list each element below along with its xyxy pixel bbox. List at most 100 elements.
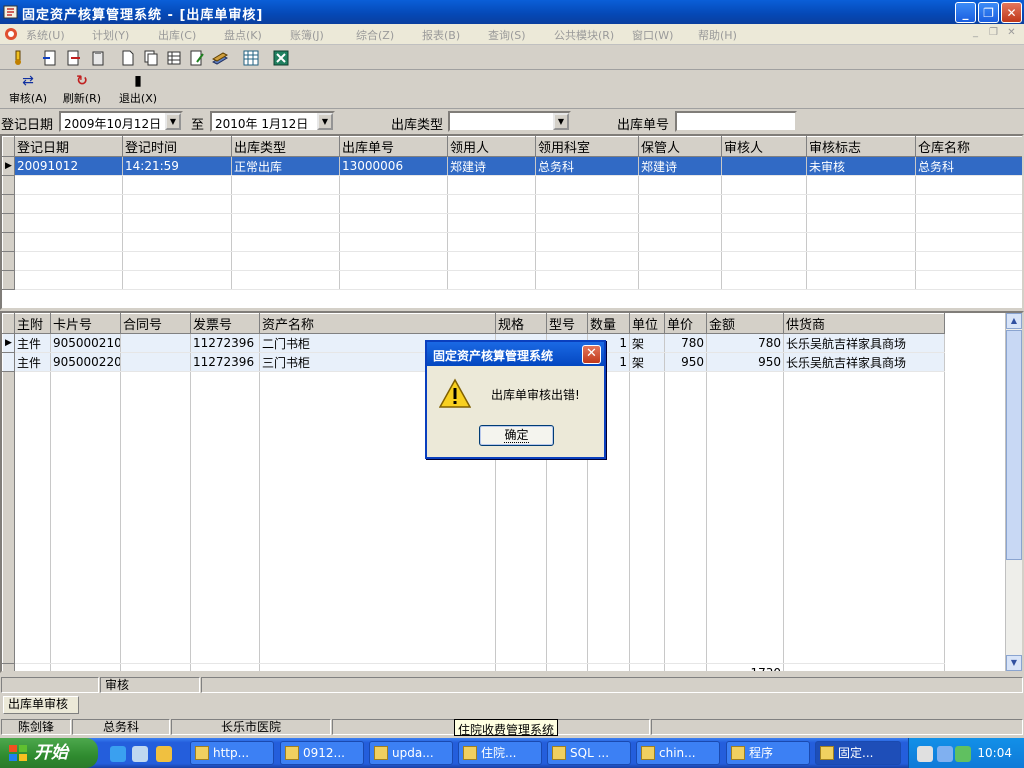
menu-plan[interactable]: 计划(Y) (92, 27, 129, 43)
table-cell[interactable] (120, 333, 191, 353)
task-button[interactable]: SQL ... (547, 741, 631, 765)
menu-query[interactable]: 查询(S) (488, 27, 526, 43)
menu-help[interactable]: 帮助(H) (698, 27, 737, 43)
arrow-left-icon[interactable] (937, 746, 953, 762)
copy-doc-icon[interactable] (143, 50, 159, 66)
col-header[interactable]: 出库类型 (231, 136, 340, 157)
date-from-picker[interactable]: 2009年10月12日 ▼ (59, 111, 183, 132)
excel-icon[interactable] (273, 50, 289, 66)
import-doc-icon[interactable] (65, 50, 81, 66)
menu-ledger[interactable]: 账簿(J) (290, 27, 324, 43)
menu-system[interactable]: 系统(U) (26, 27, 65, 43)
table-cell[interactable]: 780 (706, 333, 784, 353)
menu-general[interactable]: 综合(Z) (356, 27, 394, 43)
edit-doc-icon[interactable] (189, 50, 205, 66)
col-header[interactable]: 单价 (664, 313, 707, 334)
start-button[interactable]: 开始 (0, 738, 98, 768)
table-cell[interactable]: 郑建诗 (638, 156, 722, 176)
scroll-down-icon[interactable]: ▼ (1006, 655, 1022, 671)
table-cell[interactable]: 主件 (14, 333, 51, 353)
close-button[interactable]: ✕ (1001, 2, 1022, 23)
export-doc-icon[interactable] (42, 50, 58, 66)
col-header[interactable]: 保管人 (638, 136, 722, 157)
menu-inventory[interactable]: 盘点(K) (224, 27, 262, 43)
col-header[interactable]: 资产名称 (259, 313, 496, 334)
audit-button[interactable]: ⇄ 审核(A) (4, 73, 52, 107)
col-header[interactable]: 数量 (587, 313, 630, 334)
new-doc-icon[interactable] (120, 50, 136, 66)
network-icon[interactable] (955, 746, 971, 762)
col-header[interactable]: 卡片号 (50, 313, 121, 334)
col-header[interactable]: 领用科室 (535, 136, 639, 157)
sheet-icon[interactable] (166, 50, 182, 66)
refresh-button[interactable]: ↻ 刷新(R) (58, 73, 106, 107)
menu-outbound[interactable]: 出库(C) (158, 27, 196, 43)
table-cell[interactable]: 950 (706, 352, 784, 372)
menu-common[interactable]: 公共模块(R) (554, 27, 614, 43)
thermometer-icon[interactable] (10, 50, 26, 66)
task-button[interactable]: http... (190, 741, 274, 765)
table-cell[interactable]: 11272396 (190, 333, 260, 353)
mdi-child-icon[interactable] (4, 27, 18, 41)
mdi-minimize-icon[interactable]: _ (968, 27, 983, 41)
table-cell[interactable]: 主件 (14, 352, 51, 372)
col-header[interactable]: 仓库名称 (915, 136, 1022, 157)
chevron-down-icon[interactable]: ▼ (165, 113, 181, 130)
master-grid[interactable]: 登记日期 登记时间 出库类型 出库单号 领用人 领用科室 保管人 审核人 审核标… (0, 134, 1024, 310)
col-header[interactable]: 出库单号 (339, 136, 448, 157)
title-bar[interactable]: 固定资产核算管理系统 - [出库单审核] _ ❐ ✕ (0, 0, 1024, 24)
chevron-down-icon[interactable]: ▼ (553, 113, 569, 130)
col-header[interactable]: 登记时间 (122, 136, 232, 157)
ok-button[interactable]: 确定 (479, 425, 554, 446)
table-cell[interactable]: 780 (664, 333, 707, 353)
tab-outbound-audit[interactable]: 出库单审核 (3, 696, 79, 714)
exit-button[interactable]: ▮ 退出(X) (114, 73, 162, 107)
col-header[interactable]: 规格 (495, 313, 547, 334)
table-cell[interactable]: 14:21:59 (122, 156, 232, 176)
table-cell[interactable]: 郑建诗 (447, 156, 536, 176)
ie-icon[interactable] (110, 746, 126, 762)
task-button[interactable]: chin... (636, 741, 720, 765)
task-button[interactable]: 0912... (280, 741, 364, 765)
col-header[interactable]: 登记日期 (14, 136, 123, 157)
mdi-close-icon[interactable]: ✕ (1004, 27, 1019, 41)
table-cell[interactable]: 架 (629, 333, 665, 353)
table-cell[interactable]: 架 (629, 352, 665, 372)
col-header[interactable]: 供货商 (783, 313, 945, 334)
col-header[interactable]: 发票号 (190, 313, 260, 334)
grid-view-icon[interactable] (243, 50, 259, 66)
task-button[interactable]: 住院... (458, 741, 542, 765)
col-header[interactable]: 审核人 (721, 136, 807, 157)
table-cell[interactable] (120, 352, 191, 372)
col-header[interactable]: 审核标志 (806, 136, 916, 157)
table-cell[interactable]: 正常出库 (231, 156, 340, 176)
keyboard-icon[interactable] (917, 746, 933, 762)
menu-window[interactable]: 窗口(W) (632, 27, 673, 43)
table-cell[interactable]: 长乐吴航吉祥家具商场 (783, 333, 945, 353)
date-to-picker[interactable]: 2010年 1月12日 ▼ (210, 111, 335, 132)
table-cell[interactable]: 20091012 (14, 156, 123, 176)
menu-reports[interactable]: 报表(B) (422, 27, 460, 43)
table-cell[interactable]: 总务科 (535, 156, 639, 176)
restore-button[interactable]: ❐ (978, 2, 999, 23)
col-header[interactable]: 型号 (546, 313, 588, 334)
settings-icon[interactable] (132, 746, 148, 762)
table-row[interactable]: ▶ 20091012 14:21:59 正常出库 13000006 郑建诗 总务… (2, 156, 1022, 176)
task-button-active[interactable]: 固定... (815, 741, 901, 765)
table-cell[interactable]: 9050002200 (50, 352, 121, 372)
col-header[interactable]: 主附 (14, 313, 51, 334)
clipboard-icon[interactable] (90, 50, 106, 66)
scroll-up-icon[interactable]: ▲ (1006, 313, 1022, 329)
order-no-input[interactable] (675, 111, 797, 132)
dialog-title[interactable]: 固定资产核算管理系统 (427, 342, 604, 366)
table-cell[interactable]: 长乐吴航吉祥家具商场 (783, 352, 945, 372)
chevron-down-icon[interactable]: ▼ (317, 113, 333, 130)
dialog-close-button[interactable]: ✕ (582, 345, 601, 364)
table-cell[interactable]: 11272396 (190, 352, 260, 372)
table-cell[interactable]: 13000006 (339, 156, 448, 176)
table-cell[interactable]: 总务科 (915, 156, 1022, 176)
detail-scrollbar[interactable]: ▲ ▼ (1005, 313, 1022, 671)
table-cell[interactable]: 950 (664, 352, 707, 372)
col-header[interactable]: 领用人 (447, 136, 536, 157)
table-cell[interactable]: 未审核 (806, 156, 916, 176)
